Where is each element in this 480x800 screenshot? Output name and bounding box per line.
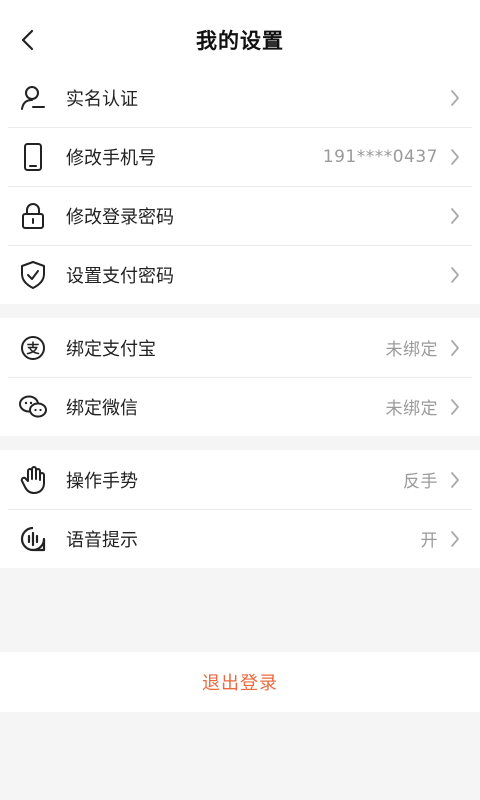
setting-bind-alipay[interactable]: 支 绑定支付宝 未绑定 bbox=[0, 318, 480, 377]
setting-label: 绑定支付宝 bbox=[66, 338, 156, 360]
setting-label: 操作手势 bbox=[66, 470, 138, 492]
settings-group-bindings: 支 绑定支付宝 未绑定 绑定微信 未绑定 bbox=[0, 318, 480, 436]
chevron-right-icon bbox=[448, 529, 462, 549]
lock-icon bbox=[18, 201, 48, 231]
settings-group-preferences: 操作手势 反手 语音提示 开 bbox=[0, 450, 480, 568]
setting-label: 实名认证 bbox=[66, 88, 138, 110]
back-arrow-icon bbox=[21, 29, 34, 51]
page-title: 我的设置 bbox=[196, 29, 284, 53]
chevron-right-icon bbox=[448, 265, 462, 285]
setting-value: 开 bbox=[420, 531, 438, 551]
setting-bind-wechat[interactable]: 绑定微信 未绑定 bbox=[0, 377, 480, 436]
back-button[interactable] bbox=[14, 26, 42, 54]
hand-gesture-icon bbox=[18, 465, 48, 495]
shield-icon bbox=[18, 260, 48, 290]
status-bar bbox=[0, 0, 480, 12]
setting-real-name[interactable]: 实名认证 bbox=[0, 68, 480, 127]
chevron-right-icon bbox=[448, 338, 462, 358]
voice-icon bbox=[18, 524, 48, 554]
setting-label: 语音提示 bbox=[66, 529, 138, 551]
setting-gesture[interactable]: 操作手势 反手 bbox=[0, 450, 480, 509]
logout-label: 退出登录 bbox=[202, 673, 278, 694]
user-verify-icon bbox=[18, 83, 48, 113]
chevron-right-icon bbox=[448, 206, 462, 226]
chevron-right-icon bbox=[448, 88, 462, 108]
phone-icon bbox=[18, 142, 48, 172]
setting-login-password[interactable]: 修改登录密码 bbox=[0, 186, 480, 245]
chevron-right-icon bbox=[448, 470, 462, 490]
chevron-right-icon bbox=[448, 397, 462, 417]
setting-pay-password[interactable]: 设置支付密码 bbox=[0, 245, 480, 304]
top-bar: 我的设置 bbox=[0, 12, 480, 68]
setting-value: 反手 bbox=[403, 472, 438, 492]
setting-voice[interactable]: 语音提示 开 bbox=[0, 509, 480, 568]
setting-label: 绑定微信 bbox=[66, 397, 138, 419]
setting-label: 设置支付密码 bbox=[66, 265, 174, 287]
chevron-right-icon bbox=[448, 147, 462, 167]
svg-text:支: 支 bbox=[25, 341, 40, 357]
setting-label: 修改手机号 bbox=[66, 147, 156, 169]
setting-value: 未绑定 bbox=[385, 399, 438, 419]
alipay-icon: 支 bbox=[18, 333, 48, 363]
settings-group-account: 实名认证 修改手机号 191****0437 修改登录密码 设置支付密码 bbox=[0, 68, 480, 304]
logout-button[interactable]: 退出登录 bbox=[0, 652, 480, 712]
setting-label: 修改登录密码 bbox=[66, 206, 174, 228]
setting-value: 191****0437 bbox=[322, 146, 438, 167]
setting-value: 未绑定 bbox=[385, 340, 438, 360]
wechat-icon bbox=[18, 392, 48, 422]
setting-change-phone[interactable]: 修改手机号 191****0437 bbox=[0, 127, 480, 186]
